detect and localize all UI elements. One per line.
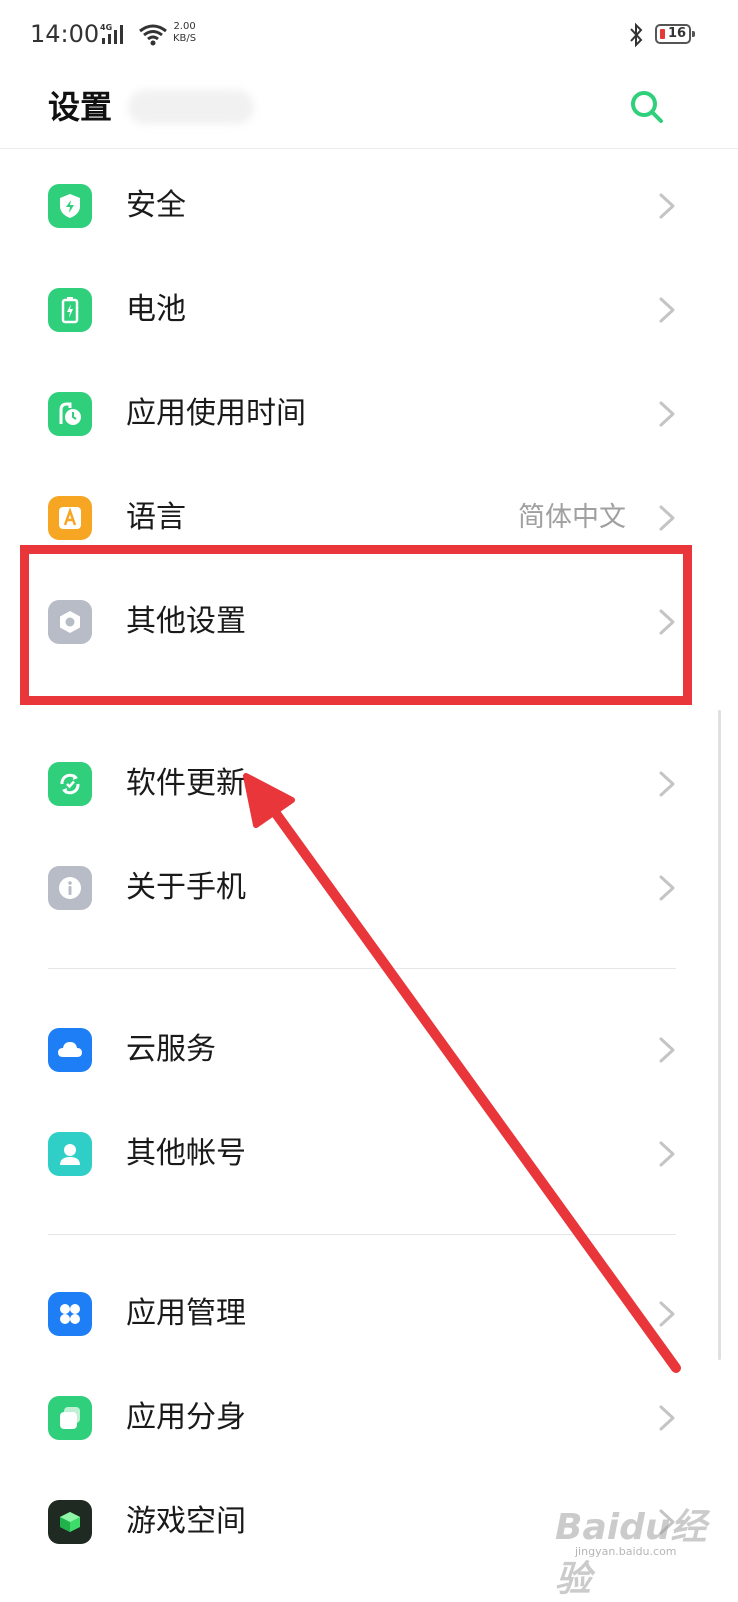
settings-item-label: 软件更新	[126, 766, 246, 801]
cloud-icon	[48, 1028, 92, 1072]
settings-item-label: 应用管理	[126, 1296, 246, 1331]
battery-icon	[48, 288, 92, 332]
page-title: 设置	[48, 88, 113, 126]
chevron-right-icon	[656, 296, 678, 324]
settings-item-label: 应用分身	[126, 1400, 246, 1435]
settings-item-label: 云服务	[126, 1032, 216, 1067]
section-divider	[48, 968, 676, 969]
settings-item-cloud-service[interactable]: 云服务	[0, 998, 738, 1102]
settings-item-software-update[interactable]: 软件更新	[0, 732, 738, 836]
network-speed: 2.00 KB/S	[173, 21, 196, 45]
annotation-highlight-box	[20, 545, 692, 705]
info-icon	[48, 866, 92, 910]
battery-level: 16	[668, 26, 687, 41]
scrollbar[interactable]	[718, 710, 721, 1360]
header: 设置	[0, 72, 738, 149]
settings-item-label: 电池	[126, 292, 186, 327]
search-icon	[631, 91, 663, 123]
settings-item-app-usage-time[interactable]: 应用使用时间	[0, 362, 738, 466]
watermark-url: jingyan.baidu.com	[575, 1545, 677, 1558]
shield-icon	[48, 184, 92, 228]
settings-item-app-clone[interactable]: 应用分身	[0, 1366, 738, 1470]
person-icon	[48, 1132, 92, 1176]
settings-item-label: 安全	[126, 188, 186, 223]
status-time: 14:00	[30, 20, 100, 48]
chevron-right-icon	[656, 770, 678, 798]
settings-item-other-accounts[interactable]: 其他帐号	[0, 1102, 738, 1206]
blurred-region	[128, 90, 254, 124]
chevron-right-icon	[656, 192, 678, 220]
settings-item-label: 关于手机	[126, 870, 246, 905]
search-button[interactable]	[626, 86, 668, 128]
speed-value: 2.00	[173, 21, 196, 32]
settings-item-label: 语言	[126, 500, 186, 535]
battery-status-icon: 16	[655, 24, 695, 44]
settings-item-battery[interactable]: 电池	[0, 258, 738, 362]
app-grid-icon	[48, 1292, 92, 1336]
language-icon	[48, 496, 92, 540]
chevron-right-icon	[656, 400, 678, 428]
app-usage-time-icon	[48, 392, 92, 436]
chevron-right-icon	[656, 874, 678, 902]
game-cube-icon	[48, 1500, 92, 1544]
chevron-right-icon	[656, 1036, 678, 1064]
settings-item-label: 游戏空间	[126, 1504, 246, 1539]
settings-item-about-phone[interactable]: 关于手机	[0, 836, 738, 940]
app-clone-icon	[48, 1396, 92, 1440]
network-type: 4G	[100, 23, 112, 32]
chevron-right-icon	[656, 1140, 678, 1168]
bluetooth-icon	[628, 22, 644, 52]
language-value: 简体中文	[518, 502, 626, 533]
section-divider	[48, 1234, 676, 1235]
settings-item-security[interactable]: 安全	[0, 154, 738, 258]
speed-unit: KB/S	[173, 33, 197, 44]
settings-item-label: 其他帐号	[126, 1136, 246, 1171]
status-bar: 14:00 4G 2.00 KB/S 16	[0, 0, 738, 72]
chevron-right-icon	[656, 504, 678, 532]
settings-item-label: 应用使用时间	[126, 396, 306, 431]
settings-item-app-management[interactable]: 应用管理	[0, 1262, 738, 1366]
chevron-right-icon	[656, 1300, 678, 1328]
signal-icon: 4G	[100, 22, 130, 50]
chevron-right-icon	[656, 1404, 678, 1432]
wifi-icon	[138, 24, 168, 50]
update-icon	[48, 762, 92, 806]
